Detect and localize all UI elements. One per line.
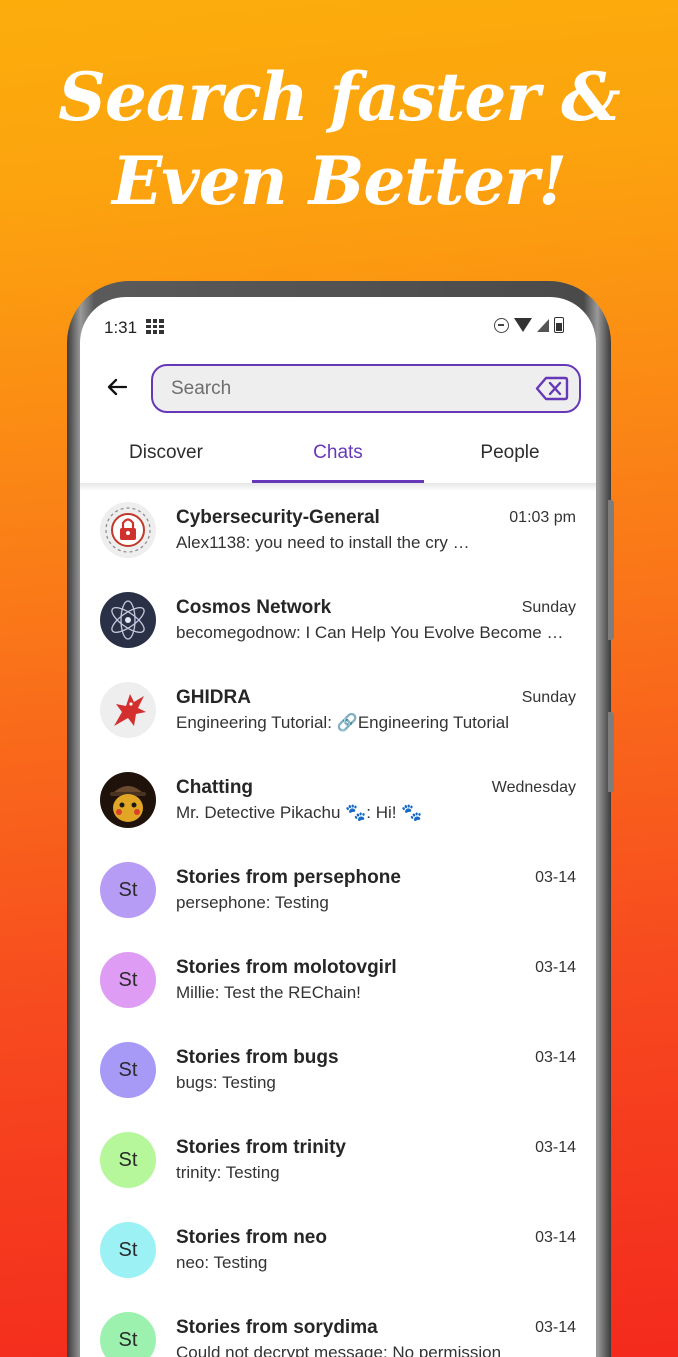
status-time: 1:31 (104, 318, 138, 337)
chat-preview: Alex1138: you need to install the cry … (176, 533, 470, 552)
grid-icon (146, 319, 164, 334)
chat-preview: bugs: Testing (176, 1073, 276, 1092)
avatar (100, 502, 156, 558)
back-button[interactable] (102, 372, 132, 402)
chat-time: Wednesday (491, 779, 576, 796)
chat-name: Stories from bugs (176, 1047, 339, 1068)
chat-list-item[interactable]: St Stories from trinity 03-14 trinity: T… (80, 1117, 596, 1207)
avatar: St (100, 952, 156, 1008)
chat-time: 03-14 (535, 1139, 576, 1156)
chat-name: Cybersecurity-General (176, 507, 380, 528)
chat-list-item[interactable]: Chatting Wednesday Mr. Detective Pikachu… (80, 757, 596, 847)
padlock-circuit-icon (105, 507, 151, 553)
tab-people[interactable]: People (424, 425, 596, 483)
chat-time: Sunday (521, 689, 576, 706)
wifi-icon (514, 318, 532, 332)
avatar-initials: St (118, 1058, 138, 1081)
atom-icon (111, 600, 145, 640)
search-bar (151, 364, 581, 413)
chat-time: 03-14 (535, 959, 576, 976)
battery-icon (554, 317, 564, 333)
phone-power-button (608, 712, 614, 792)
avatar-initials: St (118, 968, 138, 991)
chat-list-item[interactable]: St Stories from neo 03-14 neo: Testing (80, 1207, 596, 1297)
phone-screen: 1:31 Discover Chats People (80, 297, 596, 1357)
clear-search-button[interactable] (535, 375, 569, 402)
chat-preview: Engineering Tutorial: 🔗Engineering Tutor… (176, 713, 510, 732)
arrow-left-icon (107, 378, 128, 396)
chat-list-item[interactable]: Cybersecurity-General 01:03 pm Alex1138:… (80, 487, 596, 577)
chat-preview: trinity: Testing (176, 1163, 280, 1182)
chat-preview: becomegodnow: I Can Help You Evolve Beco… (176, 623, 564, 642)
signal-icon (537, 318, 549, 332)
avatar (100, 682, 156, 738)
headline-line-2: Even Better! (111, 142, 567, 220)
avatar-initials: St (118, 1238, 138, 1261)
tab-chats[interactable]: Chats (252, 425, 424, 483)
chat-name: Stories from trinity (176, 1137, 346, 1158)
avatar-initials: St (118, 1328, 138, 1351)
chat-list-item[interactable]: St Stories from molotovgirl 03-14 Millie… (80, 937, 596, 1027)
chat-name: Stories from persephone (176, 867, 401, 888)
dnd-icon (494, 317, 509, 333)
chat-preview: Millie: Test the REChain! (176, 983, 361, 1002)
avatar-initials: St (118, 1148, 138, 1171)
avatar (100, 592, 156, 648)
promo-headline: Search faster & Even Better! (0, 55, 678, 223)
chat-time: 03-14 (535, 1319, 576, 1336)
tab-bar: Discover Chats People (80, 425, 596, 483)
chat-name: Chatting (176, 777, 254, 798)
chat-name: Stories from sorydima (176, 1317, 378, 1338)
chat-preview: Could not decrypt message: No permission (176, 1343, 502, 1357)
chat-preview: neo: Testing (176, 1253, 268, 1272)
chat-name: Stories from neo (176, 1227, 327, 1248)
chat-time: 01:03 pm (509, 509, 576, 526)
headline-line-1: Search faster & (58, 58, 620, 136)
chat-time: 03-14 (535, 1049, 576, 1066)
tab-discover[interactable]: Discover (80, 425, 252, 483)
detective-pikachu-icon (110, 786, 146, 822)
chat-name: GHIDRA (176, 687, 251, 708)
avatar: St (100, 1222, 156, 1278)
avatar: St (100, 1042, 156, 1098)
avatar: St (100, 1132, 156, 1188)
avatar (100, 772, 156, 828)
chat-list: Cybersecurity-General 01:03 pm Alex1138:… (80, 487, 596, 1357)
chat-time: 03-14 (535, 1229, 576, 1246)
chat-list-item[interactable]: St Stories from persephone 03-14 perseph… (80, 847, 596, 937)
chat-list-item[interactable]: Cosmos Network Sunday becomegodnow: I Ca… (80, 577, 596, 667)
chat-list-item[interactable]: St Stories from bugs 03-14 bugs: Testing (80, 1027, 596, 1117)
search-input[interactable] (171, 375, 511, 403)
chat-list-item[interactable]: St Stories from sorydima 03-14 Could not… (80, 1297, 596, 1357)
avatar: St (100, 862, 156, 918)
avatar-initials: St (118, 878, 138, 901)
chat-list-item[interactable]: GHIDRA Sunday Engineering Tutorial: 🔗Eng… (80, 667, 596, 757)
chat-name: Cosmos Network (176, 597, 332, 618)
phone-volume-button (608, 500, 614, 640)
chat-time: Sunday (521, 599, 576, 616)
chat-time: 03-14 (535, 869, 576, 886)
chat-preview: persephone: Testing (176, 893, 329, 912)
avatar: St (100, 1312, 156, 1357)
dragon-icon (114, 694, 146, 726)
backspace-icon (535, 376, 569, 401)
chat-preview: Mr. Detective Pikachu 🐾: Hi! 🐾 (176, 803, 423, 822)
chat-name: Stories from molotovgirl (176, 957, 397, 978)
